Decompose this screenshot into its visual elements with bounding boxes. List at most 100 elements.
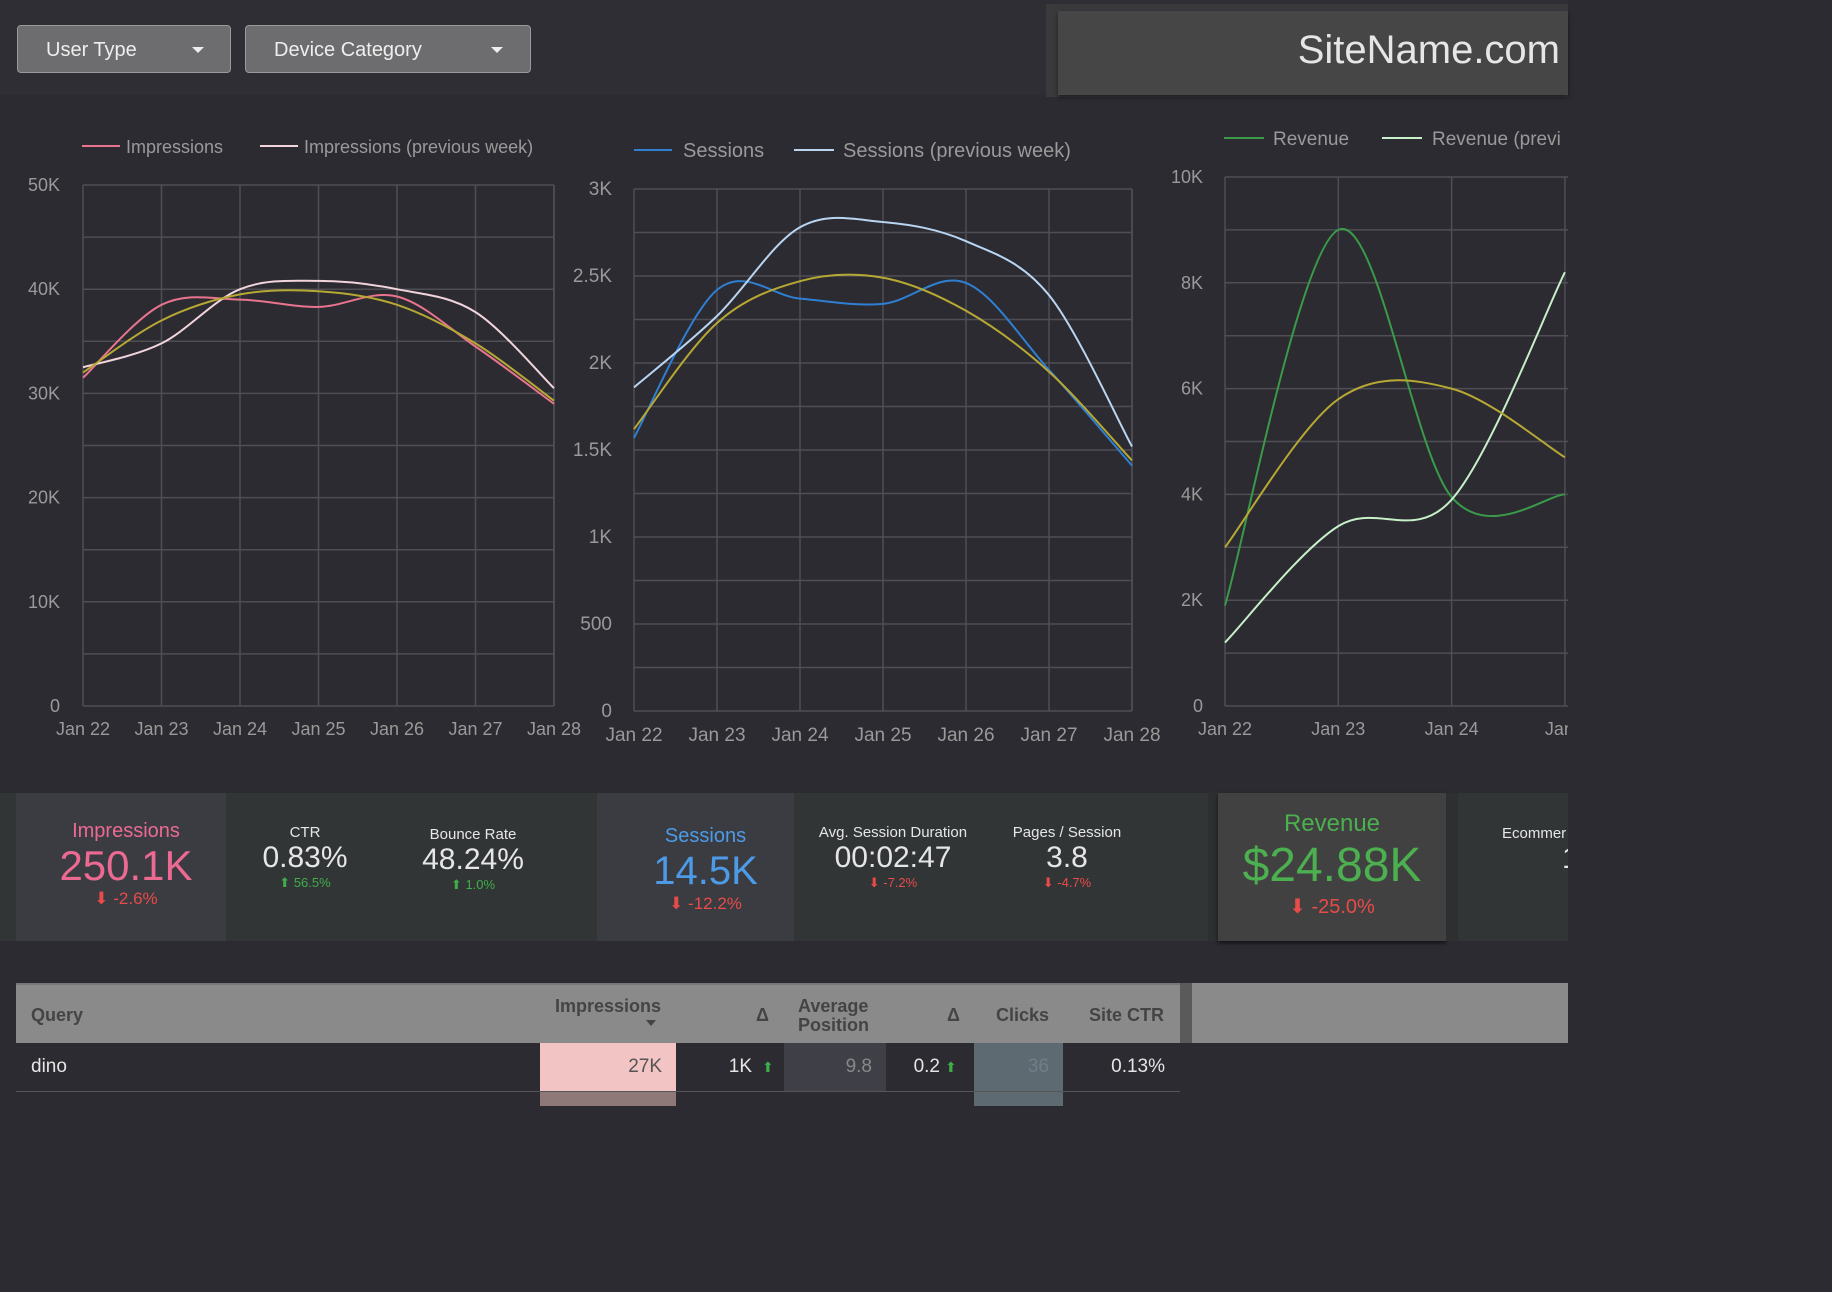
y-tick-label: 500 (580, 614, 612, 635)
arrow-up-icon: ⬆ (279, 875, 294, 890)
revenue-delta-value: -25.0% (1311, 896, 1375, 918)
session-duration-kpi: Avg. Session Duration 00:02:47 ⬇ -7.2% (808, 824, 978, 891)
session-duration-delta: ⬇ -7.2% (808, 875, 978, 891)
col-header-impressions[interactable]: Impressions (555, 996, 661, 1017)
sessions-delta-value: -12.2% (688, 894, 742, 913)
col-header-delta-impressions[interactable]: Δ (756, 1005, 769, 1026)
arrow-up-icon: ⬆ (945, 1059, 957, 1075)
series-line-1 (1224, 228, 1566, 606)
x-tick-label: Jan 27 (448, 719, 502, 739)
col-header-site-ctr[interactable]: Site CTR (1089, 1005, 1164, 1026)
y-tick-label: 3K (589, 179, 613, 200)
bounce-rate-label: Bounce Rate (429, 826, 517, 843)
pages-per-session-kpi: Pages / Session 3.8 ⬇ -4.7% (1000, 824, 1134, 891)
revenue-chart: 10K 8K 6K 4K 2K 0 Jan 22 Jan 23 Jan 24 Jan (1171, 167, 1568, 739)
y-tick-label: 0 (1193, 696, 1203, 716)
cell-avg-position: 9.8 (784, 1043, 886, 1091)
bounce-delta-value: 1.0% (465, 877, 496, 892)
y-tick-label: 2.5K (573, 266, 612, 287)
cell-delta-position: 0.2 (913, 1056, 940, 1077)
y-tick-label: 8K (1181, 273, 1203, 293)
y-tick-label: 4K (1181, 484, 1203, 504)
arrow-down-icon: ⬇ (868, 875, 884, 890)
x-tick-label: Jan 28 (527, 719, 581, 739)
pages-delta-value: -4.7% (1057, 875, 1092, 890)
arrow-up-icon: ⬆ (450, 877, 466, 892)
revenue-kpi-delta: ⬇ -25.0% (1218, 894, 1446, 919)
x-tick-label: Jan 22 (1198, 719, 1252, 739)
table-divider (1180, 983, 1192, 1043)
pages-per-session-value: 3.8 (1046, 841, 1088, 874)
ctr-kpi-value: 0.83% (262, 841, 348, 874)
impressions-kpi-value: 250.1K (59, 842, 193, 889)
ctr-kpi-label: CTR (289, 824, 321, 841)
revenue-kpi-value: $24.88K (1242, 839, 1422, 892)
y-tick-label: 50K (28, 175, 60, 195)
impressions-delta-value: -2.6% (113, 889, 158, 908)
legend-impressions: Impressions (126, 137, 223, 157)
legend-sessions: Sessions (683, 140, 764, 162)
y-tick-label: 1K (589, 527, 613, 548)
col-header-avg-position-2[interactable]: Position (798, 1015, 869, 1036)
col-header-query[interactable]: Query (31, 1005, 83, 1026)
sessions-kpi-value: 14.5K (653, 849, 758, 893)
arrow-down-icon: ⬇ (669, 894, 689, 913)
y-tick-label: 0 (601, 701, 612, 722)
next-row-clicks-bar (974, 1092, 1063, 1106)
arrow-down-icon: ⬇ (1042, 875, 1058, 890)
session-duration-value: 00:02:47 (834, 841, 952, 874)
cell-clicks: 36 (974, 1043, 1063, 1091)
sort-desc-icon (646, 1020, 656, 1026)
pages-per-session-label: Pages / Session (1012, 824, 1122, 841)
y-tick-label: 10K (28, 592, 60, 612)
legend-impressions-prev: Impressions (previous week) (304, 137, 533, 157)
x-tick-label: Jan 24 (213, 719, 267, 739)
col-header-avg-position-1[interactable]: Average (798, 996, 868, 1017)
query-table-header: Query Impressions Δ Average Position Δ C… (16, 983, 1180, 1043)
x-tick-label: Jan 22 (605, 725, 662, 746)
ecommerce-kpi-label: Ecommer (1502, 825, 1567, 842)
x-tick-label: Jan 25 (854, 725, 911, 746)
x-tick-label: Jan 23 (134, 719, 188, 739)
x-tick-label: Jan 25 (291, 719, 345, 739)
cell-site-ctr: 0.13% (1111, 1056, 1165, 1077)
cell-impressions: 27K (540, 1043, 676, 1091)
ecommerce-kpi: Ecommer 1 (1490, 825, 1568, 876)
sessions-kpi: Sessions 14.5K ⬇ -12.2% (597, 825, 814, 914)
y-tick-label: 1.5K (573, 440, 612, 461)
arrow-down-icon: ⬇ (94, 889, 114, 908)
ecommerce-kpi-value: 1 (1562, 842, 1568, 876)
revenue-legend: Revenue Revenue (previ (1224, 129, 1561, 150)
y-tick-label: 2K (1181, 590, 1203, 610)
sessions-kpi-label: Sessions (664, 825, 747, 847)
y-tick-label: 2K (589, 353, 613, 374)
x-tick-label: Jan 23 (688, 725, 745, 746)
y-tick-label: 6K (1181, 379, 1203, 399)
secondary-table-header (1192, 983, 1568, 1043)
x-tick-label: Jan 22 (56, 719, 110, 739)
impressions-kpi: Impressions 250.1K ⬇ -2.6% (16, 820, 236, 909)
x-tick-label: Jan 23 (1311, 719, 1365, 739)
series-line-3 (1224, 379, 1566, 548)
ctr-kpi: CTR 0.83% ⬆ 56.5% (240, 824, 370, 891)
x-tick-label: Jan 24 (771, 725, 828, 746)
bounce-rate-delta: ⬆ 1.0% (398, 877, 548, 893)
ctr-kpi-delta: ⬆ 56.5% (240, 875, 370, 891)
impressions-kpi-label: Impressions (72, 820, 180, 842)
col-header-clicks[interactable]: Clicks (996, 1005, 1049, 1026)
session-duration-label: Avg. Session Duration (818, 824, 968, 841)
revenue-kpi-label: Revenue (1283, 810, 1381, 837)
y-tick-label: 30K (28, 383, 60, 403)
bounce-rate-kpi: Bounce Rate 48.24% ⬆ 1.0% (398, 826, 548, 893)
legend-revenue: Revenue (1273, 129, 1349, 150)
y-tick-label: 0 (50, 696, 60, 716)
duration-delta-value: -7.2% (883, 875, 918, 890)
kpi-divider (1208, 793, 1218, 941)
impressions-legend: Impressions Impressions (previous week) (82, 137, 533, 157)
revenue-kpi: Revenue $24.88K ⬇ -25.0% (1218, 810, 1446, 919)
y-tick-label: 20K (28, 488, 60, 508)
y-tick-label: 10K (1171, 167, 1203, 187)
col-header-delta-position[interactable]: Δ (947, 1005, 960, 1026)
kpi-divider (1446, 793, 1458, 941)
table-row[interactable]: dino 27K 1K ⬆ 9.8 0.2 ⬆ 36 0.13% (16, 1043, 1180, 1092)
